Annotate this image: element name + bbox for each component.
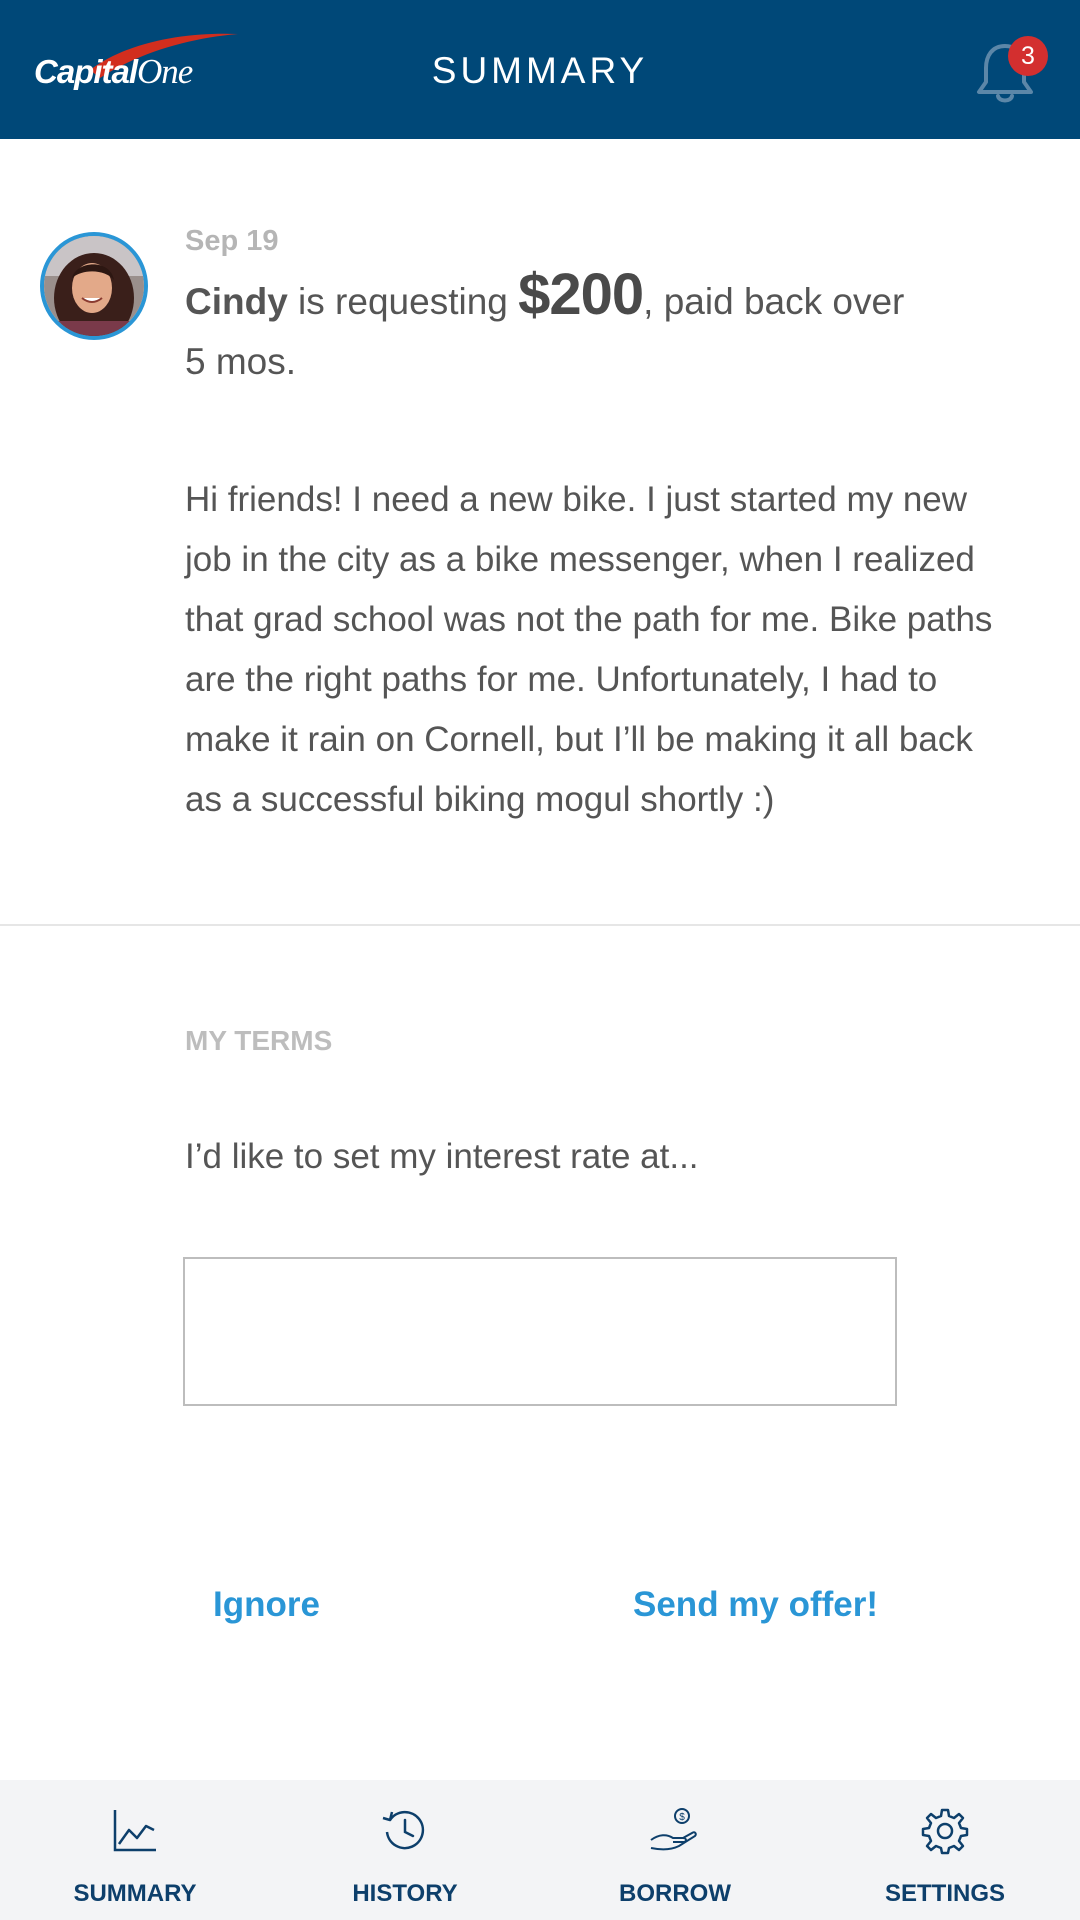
hand-money-icon: $ <box>650 1808 697 1851</box>
notification-badge[interactable]: 3 <box>1008 36 1048 76</box>
request-term: 5 mos. <box>185 341 297 382</box>
section-divider <box>0 924 1080 926</box>
request-summary: Cindy is requesting $200, paid back over… <box>185 265 945 392</box>
interest-rate-input[interactable] <box>183 1257 897 1406</box>
app-header: CapitalOne SUMMARY 3 <box>0 0 1080 139</box>
user-photo <box>44 236 144 336</box>
nav-item-borrow[interactable]: $ BORROW <box>540 1780 810 1920</box>
send-offer-button[interactable]: Send my offer! <box>633 1585 878 1625</box>
page-title: SUMMARY <box>431 50 649 91</box>
chart-icon <box>113 1810 156 1852</box>
nav-label-history: HISTORY <box>352 1880 458 1907</box>
gear-icon <box>921 1808 969 1855</box>
nav-item-settings[interactable]: SETTINGS <box>810 1780 1080 1920</box>
bottom-nav: SUMMARY HISTORY $ BORROW SETTINGS <box>0 1780 1080 1920</box>
request-message: Hi friends! I need a new bike. I just st… <box>185 480 993 819</box>
ignore-button[interactable]: Ignore <box>213 1585 320 1625</box>
nav-item-history[interactable]: HISTORY <box>270 1780 540 1920</box>
interest-rate-prompt: I’d like to set my interest rate at... <box>185 1137 699 1176</box>
terms-heading: MY TERMS <box>185 1025 333 1056</box>
requester-name: Cindy <box>185 281 288 322</box>
history-icon <box>382 1810 425 1850</box>
avatar[interactable] <box>40 232 148 340</box>
nav-label-summary: SUMMARY <box>73 1880 197 1907</box>
request-date: Sep 19 <box>185 225 279 257</box>
nav-item-summary[interactable]: SUMMARY <box>0 1780 270 1920</box>
request-tail: , paid back over <box>643 281 905 322</box>
svg-text:$: $ <box>679 1812 685 1823</box>
request-verb: is requesting <box>287 281 519 322</box>
request-amount: $200 <box>518 262 644 327</box>
nav-label-borrow: BORROW <box>619 1880 731 1907</box>
nav-label-settings: SETTINGS <box>884 1880 1005 1907</box>
